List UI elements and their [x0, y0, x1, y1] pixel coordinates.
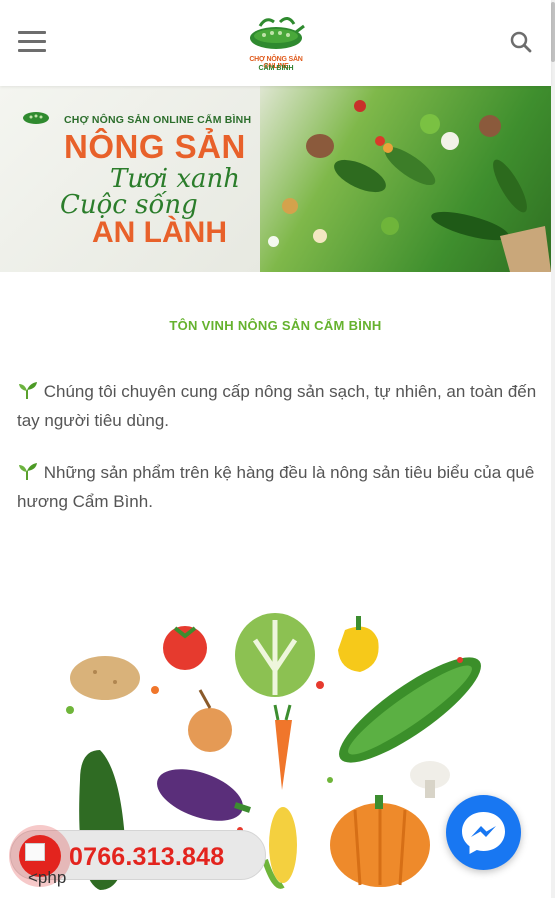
logo-line-2: CẨM BÌNH: [258, 65, 294, 72]
menu-icon[interactable]: [18, 31, 46, 53]
broken-image-icon: [25, 843, 45, 861]
intro-paragraph-2: Những sản phẩm trên kệ hàng đều là nông …: [17, 458, 539, 516]
slider-dot[interactable]: [268, 236, 279, 247]
banner-vegetables-image: [260, 86, 551, 272]
banner-subtitle: CHỢ NÔNG SẢN ONLINE CẨM BÌNH: [64, 114, 252, 126]
banner-headline-1: NÔNG SẢN: [64, 128, 246, 165]
intro-text-1: Chúng tôi chuyên cung cấp nông sản sạch,…: [17, 382, 537, 430]
intro-text-2: Những sản phẩm trên kệ hàng đều là nông …: [17, 463, 535, 511]
broken-php-text: <php: [28, 868, 67, 887]
scrollbar-thumb[interactable]: [551, 2, 555, 62]
hotline-number[interactable]: 0766.313.848: [69, 843, 224, 872]
page-scrollbar[interactable]: [551, 0, 555, 898]
messenger-icon[interactable]: [446, 795, 521, 870]
hero-banner[interactable]: CHỢ NÔNG SẢN ONLINE CẨM BÌNH NÔNG SẢN Tư…: [0, 86, 551, 272]
search-icon[interactable]: [509, 30, 533, 54]
site-header: CHỢ NÔNG SẢN ONLINE CẨM BÌNH: [0, 0, 551, 86]
section-title: TÔN VINH NÔNG SẢN CẨM BÌNH: [169, 318, 382, 333]
banner-mini-logo-icon: [20, 100, 52, 132]
intro-paragraph-1: Chúng tôi chuyên cung cấp nông sản sạch,…: [17, 377, 539, 435]
bitter-melon-logo-icon: [250, 17, 305, 49]
sprout-icon: [19, 382, 37, 399]
banner-headline-4: AN LÀNH: [92, 216, 227, 249]
site-logo[interactable]: CHỢ NÔNG SẢN ONLINE CẨM BÌNH: [240, 8, 312, 78]
sprout-icon: [19, 463, 37, 480]
